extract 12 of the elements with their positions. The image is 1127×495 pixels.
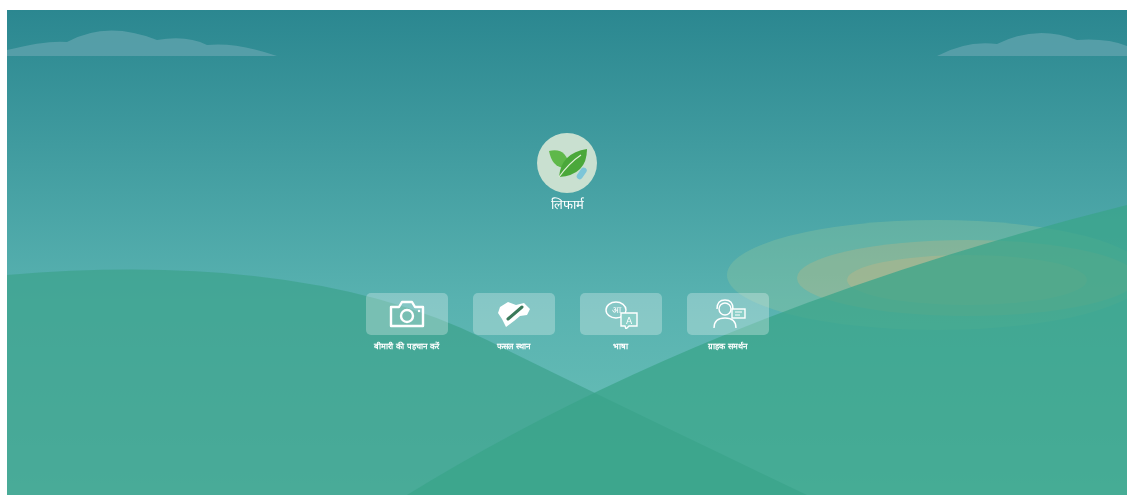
menu-label: फसल स्थान xyxy=(497,341,530,351)
menu-tile[interactable] xyxy=(686,293,769,335)
app-name: लिफार्म xyxy=(550,196,584,213)
menu-tile[interactable] xyxy=(365,293,448,335)
menu-label: ग्राहक समर्थन xyxy=(708,340,747,351)
menu-tile[interactable]: आ A xyxy=(579,293,662,335)
glyph-text: A xyxy=(625,316,632,326)
menu-tile[interactable] xyxy=(472,293,555,335)
menu-label: बीमारी की पहचान करें xyxy=(374,340,439,351)
menu-label: भाषा xyxy=(613,341,628,351)
leaf-logo-icon xyxy=(537,133,597,193)
glyph-text: आ xyxy=(611,305,620,315)
